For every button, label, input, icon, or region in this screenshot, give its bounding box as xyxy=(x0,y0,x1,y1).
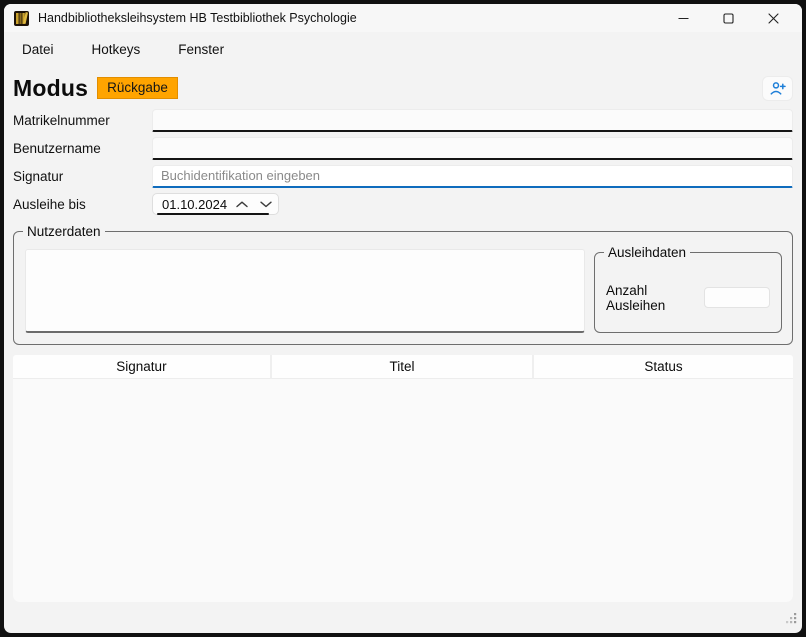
signatur-label: Signatur xyxy=(13,169,152,184)
benutzername-field[interactable] xyxy=(152,137,793,160)
content-area: Modus Rückgabe Matrikelnummer xyxy=(4,66,802,602)
bookshelf-icon xyxy=(13,10,30,27)
signatur-field[interactable] xyxy=(152,165,793,188)
form-row-ausleihe-bis: Ausleihe bis 01.10.2024 xyxy=(13,190,793,218)
page-title: Modus xyxy=(13,75,88,102)
titlebar: Handbibliotheksleihsystem HB Testbibliot… xyxy=(4,4,802,32)
matrikelnummer-field[interactable] xyxy=(152,109,793,132)
results-table: Signatur Titel Status xyxy=(13,355,793,602)
window-inner: Handbibliotheksleihsystem HB Testbibliot… xyxy=(4,4,802,633)
menubar: Datei Hotkeys Fenster xyxy=(4,32,802,66)
chevron-down-icon[interactable] xyxy=(254,194,278,214)
benutzername-label: Benutzername xyxy=(13,141,152,156)
chevron-up-icon[interactable] xyxy=(230,194,254,214)
form-row-signatur: Signatur xyxy=(13,162,793,190)
menu-item-datei[interactable]: Datei xyxy=(22,42,54,57)
ausleihe-bis-label: Ausleihe bis xyxy=(13,197,152,212)
date-value: 01.10.2024 xyxy=(153,197,230,212)
ausleihdaten-group-title: Ausleihdaten xyxy=(604,244,690,261)
menu-item-hotkeys[interactable]: Hotkeys xyxy=(92,42,141,57)
close-icon[interactable] xyxy=(751,4,796,32)
lending-form: Matrikelnummer Benutzername Signatur Aus… xyxy=(13,106,793,218)
resize-grip-icon[interactable] xyxy=(784,611,797,629)
table-header-row: Signatur Titel Status xyxy=(13,355,793,379)
column-header-signatur[interactable]: Signatur xyxy=(13,355,272,379)
menu-item-fenster[interactable]: Fenster xyxy=(178,42,224,57)
anzahl-ausleihen-label: Anzahl Ausleihen xyxy=(606,283,704,313)
app-window: Handbibliotheksleihsystem HB Testbibliot… xyxy=(0,0,806,637)
table-body-empty[interactable] xyxy=(13,379,793,602)
mode-badge: Rückgabe xyxy=(97,77,178,100)
status-strip xyxy=(4,602,802,633)
date-underline xyxy=(157,213,269,215)
nutzerdaten-groupbox: Nutzerdaten Ausleihdaten Anzahl Ausleihe… xyxy=(13,231,793,345)
matrikelnummer-label: Matrikelnummer xyxy=(13,113,152,128)
window-title: Handbibliotheksleihsystem HB Testbibliot… xyxy=(38,11,357,25)
nutzerdaten-textarea[interactable] xyxy=(25,249,585,333)
minimize-icon[interactable] xyxy=(661,4,706,32)
person-add-icon xyxy=(769,81,786,96)
mode-header-row: Modus Rückgabe xyxy=(13,74,793,102)
nutzerdaten-group-title: Nutzerdaten xyxy=(23,223,105,240)
ausleihe-bis-date-spinner[interactable]: 01.10.2024 xyxy=(152,193,279,215)
column-header-titel[interactable]: Titel xyxy=(272,355,534,379)
form-row-matrikelnummer: Matrikelnummer xyxy=(13,106,793,134)
maximize-icon[interactable] xyxy=(706,4,751,32)
column-header-status[interactable]: Status xyxy=(534,355,793,379)
form-row-benutzername: Benutzername xyxy=(13,134,793,162)
add-user-button[interactable] xyxy=(762,76,793,101)
ausleihdaten-groupbox: Ausleihdaten Anzahl Ausleihen xyxy=(594,252,782,333)
anzahl-ausleihen-field[interactable] xyxy=(704,287,770,308)
